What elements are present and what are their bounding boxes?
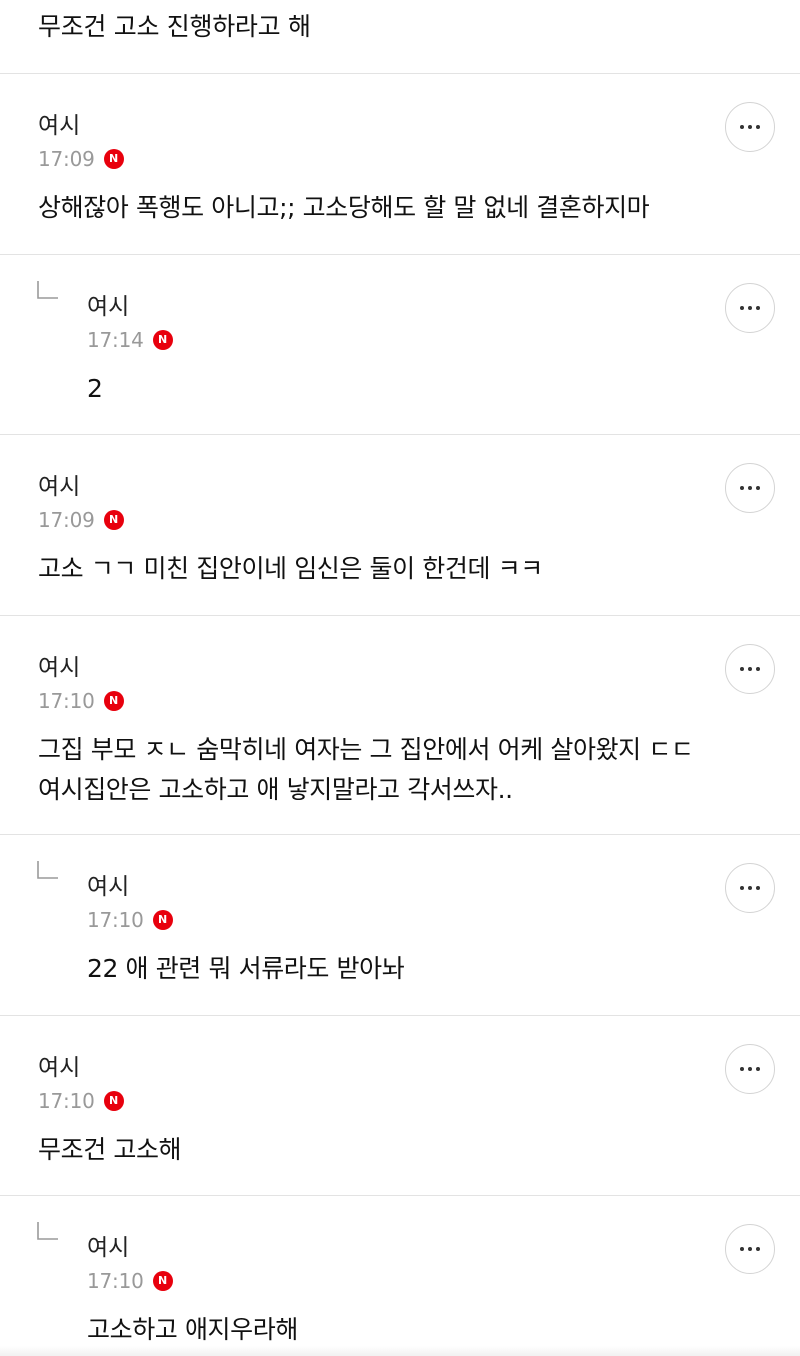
comment-content: 22 애 관련 뭐 서류라도 받아놔 bbox=[87, 954, 405, 983]
comment-meta: 17:10 N bbox=[38, 1088, 124, 1114]
comment-meta: 17:10 N bbox=[87, 1268, 173, 1294]
new-badge: N bbox=[152, 330, 173, 350]
comment-meta: 17:14 N bbox=[87, 327, 173, 353]
reply-item: 여시 17:10 N 22 애 관련 뭐 서류라도 받아놔 bbox=[0, 835, 800, 1016]
comment-time: 17:10 bbox=[38, 689, 95, 713]
comment-content: 2 bbox=[87, 374, 103, 403]
reply-arrow-icon bbox=[36, 861, 60, 883]
comment-content: 무조건 고소 진행하라고 해 bbox=[38, 12, 311, 41]
comment-meta: 17:09 N bbox=[38, 507, 124, 533]
more-options-button[interactable] bbox=[725, 102, 775, 152]
more-horizontal-icon bbox=[740, 306, 760, 310]
new-badge: N bbox=[103, 1091, 124, 1111]
comment-meta: 17:10 N bbox=[87, 907, 173, 933]
reply-item: 여시 17:10 N 고소하고 애지우라해 bbox=[0, 1196, 800, 1356]
comment-content: 그집 부모 ㅈㄴ 숨막히네 여자는 그 집안에서 어케 살아왔지 ㄷㄷ 여시집안… bbox=[38, 735, 694, 804]
comment-author[interactable]: 여시 bbox=[87, 871, 129, 903]
new-badge: N bbox=[103, 510, 124, 530]
comment-author[interactable]: 여시 bbox=[38, 471, 80, 503]
more-options-button[interactable] bbox=[725, 283, 775, 333]
comment-time: 17:10 bbox=[87, 1269, 144, 1293]
more-options-button[interactable] bbox=[725, 644, 775, 694]
comment-meta: 17:10 N bbox=[38, 688, 124, 714]
bottom-edge bbox=[0, 1346, 800, 1356]
reply-arrow-icon bbox=[36, 1222, 60, 1244]
comment-author[interactable]: 여시 bbox=[87, 291, 129, 323]
comment-item: 여시 17:10 N 무조건 고소해 bbox=[0, 1016, 800, 1196]
comment-content: 상해잖아 폭행도 아니고;; 고소당해도 할 말 없네 결혼하지마 bbox=[38, 193, 650, 222]
more-options-button[interactable] bbox=[725, 463, 775, 513]
comment-time: 17:10 bbox=[38, 1089, 95, 1113]
more-options-button[interactable] bbox=[725, 863, 775, 913]
comment-author[interactable]: 여시 bbox=[38, 110, 80, 142]
comment-author[interactable]: 여시 bbox=[38, 1052, 80, 1084]
comment-content: 무조건 고소해 bbox=[38, 1135, 182, 1164]
comment-item: 여시 17:09 N 고소 ㄱㄱ 미친 집안이네 임신은 둘이 한건데 ㅋㅋ bbox=[0, 435, 800, 616]
comment-time: 17:14 bbox=[87, 328, 144, 352]
more-horizontal-icon bbox=[740, 667, 760, 671]
comment-author[interactable]: 여시 bbox=[87, 1232, 129, 1264]
more-options-button[interactable] bbox=[725, 1044, 775, 1094]
more-horizontal-icon bbox=[740, 125, 760, 129]
comment-author[interactable]: 여시 bbox=[38, 652, 80, 684]
comment-content: 고소 ㄱㄱ 미친 집안이네 임신은 둘이 한건데 ㅋㅋ bbox=[38, 554, 543, 583]
new-badge: N bbox=[152, 1271, 173, 1291]
comment-time: 17:10 bbox=[87, 908, 144, 932]
new-badge: N bbox=[103, 691, 124, 711]
comment-time: 17:09 bbox=[38, 147, 95, 171]
new-badge: N bbox=[103, 149, 124, 169]
comment-item-partial: 무조건 고소 진행하라고 해 bbox=[0, 0, 800, 74]
comment-meta: 17:09 N bbox=[38, 146, 124, 172]
reply-arrow-icon bbox=[36, 281, 60, 303]
more-horizontal-icon bbox=[740, 1247, 760, 1251]
comment-list: 여시 17:09 N 상해잖아 폭행도 아니고;; 고소당해도 할 말 없네 결… bbox=[0, 74, 800, 1356]
more-options-button[interactable] bbox=[725, 1224, 775, 1274]
comment-item: 여시 17:09 N 상해잖아 폭행도 아니고;; 고소당해도 할 말 없네 결… bbox=[0, 74, 800, 255]
more-horizontal-icon bbox=[740, 486, 760, 490]
comment-time: 17:09 bbox=[38, 508, 95, 532]
new-badge: N bbox=[152, 910, 173, 930]
comment-item: 여시 17:10 N 그집 부모 ㅈㄴ 숨막히네 여자는 그 집안에서 어케 살… bbox=[0, 616, 800, 835]
comment-content: 고소하고 애지우라해 bbox=[87, 1315, 298, 1344]
reply-item: 여시 17:14 N 2 bbox=[0, 255, 800, 435]
comment-page: 무조건 고소 진행하라고 해 여시 17:09 N 상해잖아 폭행도 아니고;;… bbox=[0, 0, 800, 1356]
more-horizontal-icon bbox=[740, 886, 760, 890]
more-horizontal-icon bbox=[740, 1067, 760, 1071]
